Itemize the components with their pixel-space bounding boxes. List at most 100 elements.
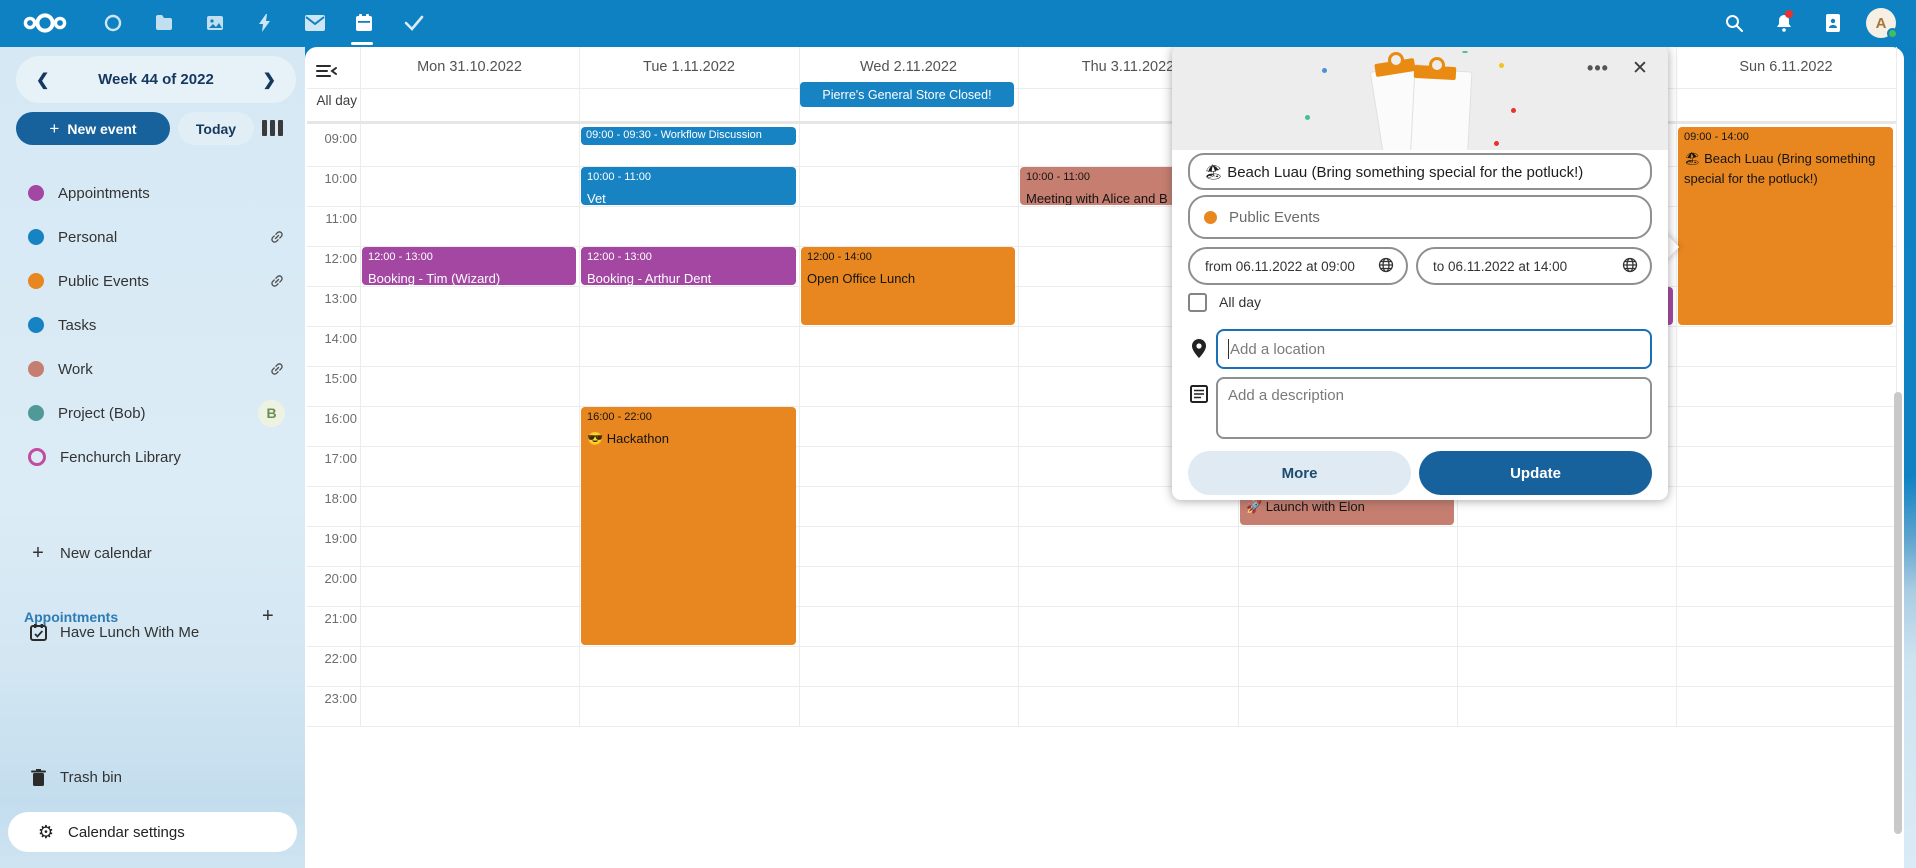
trash-bin-item[interactable]: Trash bin bbox=[0, 755, 305, 799]
calendar-event[interactable]: 12:00 - 13:00 Booking - Arthur Dent bbox=[581, 247, 796, 285]
day-header: Tue 1.11.2022 bbox=[579, 47, 799, 87]
collapse-sidebar-icon[interactable] bbox=[316, 64, 338, 83]
new-event-button[interactable]: + New event bbox=[16, 112, 170, 145]
calendar-name: Personal bbox=[58, 229, 117, 246]
owner-avatar-letter: B bbox=[258, 400, 285, 427]
grid-hour-line bbox=[307, 606, 1896, 607]
sidebar-calendar-item[interactable]: Public Events bbox=[0, 259, 305, 303]
calendar-settings-button[interactable]: ⚙ Calendar settings bbox=[8, 812, 297, 852]
timezone-globe-icon[interactable] bbox=[1378, 257, 1394, 276]
sidebar-calendar-item[interactable]: Fenchurch Library bbox=[0, 435, 305, 479]
photos-icon[interactable] bbox=[202, 10, 228, 36]
week-navigation: ❮ Week 44 of 2022 ❯ bbox=[16, 56, 296, 103]
sidebar-calendar-item[interactable]: Project (Bob) B bbox=[0, 391, 305, 435]
app-window: A ❮ Week 44 of 2022 ❯ + New event Today … bbox=[0, 0, 1916, 868]
calendar-color-dot bbox=[28, 185, 44, 201]
description-icon bbox=[1190, 385, 1208, 403]
more-button[interactable]: More bbox=[1188, 451, 1411, 495]
sidebar-calendar-item[interactable]: Personal bbox=[0, 215, 305, 259]
all-day-checkbox-row[interactable]: All day bbox=[1188, 291, 1261, 313]
appointment-calendar-icon bbox=[28, 624, 48, 641]
start-datetime-value: from 06.11.2022 at 09:00 bbox=[1205, 259, 1355, 274]
notification-dot bbox=[1785, 10, 1793, 18]
activity-icon[interactable] bbox=[252, 10, 278, 36]
plus-icon: + bbox=[28, 542, 48, 565]
event-title: Vet bbox=[587, 189, 790, 205]
top-bar: A bbox=[0, 0, 1916, 47]
grid-column-line bbox=[360, 47, 361, 726]
event-title: 🏖 Beach Luau (Bring something special fo… bbox=[1684, 149, 1887, 188]
sidebar-calendar-item[interactable]: Tasks bbox=[0, 303, 305, 347]
end-datetime-picker[interactable]: to 06.11.2022 at 14:00 bbox=[1416, 247, 1652, 285]
calendar-event[interactable]: 09:00 - 09:30 - Workflow Discussion bbox=[581, 127, 796, 145]
calendar-event[interactable]: 10:00 - 11:00 Vet bbox=[581, 167, 796, 205]
start-datetime-picker[interactable]: from 06.11.2022 at 09:00 bbox=[1188, 247, 1408, 285]
location-placeholder: Add a location bbox=[1230, 341, 1325, 358]
event-title: Open Office Lunch bbox=[807, 269, 1009, 289]
next-week-button[interactable]: ❯ bbox=[257, 68, 282, 92]
avatar[interactable]: A bbox=[1866, 8, 1896, 38]
calendar-app-icon[interactable] bbox=[351, 10, 377, 36]
tasks-icon[interactable] bbox=[401, 10, 427, 36]
online-status-dot bbox=[1887, 28, 1898, 39]
day-header: Mon 31.10.2022 bbox=[360, 47, 579, 87]
grid-column-line bbox=[1676, 47, 1677, 726]
calendar-event[interactable]: 12:00 - 13:00Booking - Tim (Wizard) bbox=[362, 247, 576, 285]
all-day-event[interactable]: Pierre's General Store Closed! bbox=[800, 82, 1014, 107]
end-datetime-value: to 06.11.2022 at 14:00 bbox=[1433, 259, 1567, 274]
calendar-color-dot bbox=[28, 361, 44, 377]
calendar-select-value: Public Events bbox=[1229, 209, 1320, 226]
calendar-name: Work bbox=[58, 361, 93, 378]
calendar-event[interactable]: 09:00 - 14:00🏖 Beach Luau (Bring somethi… bbox=[1678, 127, 1893, 325]
previous-week-button[interactable]: ❮ bbox=[30, 68, 55, 92]
event-title: Booking - Arthur Dent bbox=[587, 269, 790, 285]
popup-more-actions-icon[interactable]: ••• bbox=[1580, 53, 1616, 83]
mail-icon[interactable] bbox=[302, 10, 328, 36]
update-button[interactable]: Update bbox=[1419, 451, 1652, 495]
sidebar-calendar-item[interactable]: Appointments bbox=[0, 171, 305, 215]
plus-icon: + bbox=[49, 119, 59, 139]
calendar-event[interactable]: 12:00 - 14:00Open Office Lunch bbox=[801, 247, 1015, 325]
nextcloud-logo-icon[interactable] bbox=[22, 10, 68, 41]
calendar-name: Public Events bbox=[58, 273, 149, 290]
vertical-scrollbar[interactable] bbox=[1894, 392, 1902, 834]
event-time: 10:00 - 11:00 bbox=[587, 171, 790, 183]
calendar-name: Tasks bbox=[58, 317, 96, 334]
view-selector-icon[interactable] bbox=[262, 118, 288, 138]
day-header: Sun 6.11.2022 bbox=[1676, 47, 1896, 87]
location-pin-icon bbox=[1192, 339, 1206, 358]
location-input[interactable]: Add a location bbox=[1216, 329, 1652, 369]
contacts-icon[interactable] bbox=[1820, 10, 1846, 36]
owner-avatar: B bbox=[258, 400, 285, 427]
appointment-config-label: Have Lunch With Me bbox=[60, 624, 199, 641]
appointment-config-item[interactable]: Have Lunch With Me bbox=[0, 610, 305, 654]
today-button[interactable]: Today bbox=[178, 112, 254, 145]
event-time: 12:00 - 13:00 bbox=[368, 251, 570, 263]
share-link-icon[interactable] bbox=[269, 229, 285, 245]
sidebar-calendar-item[interactable]: Work bbox=[0, 347, 305, 391]
share-link-icon[interactable] bbox=[269, 273, 285, 289]
close-icon[interactable]: ✕ bbox=[1624, 53, 1656, 83]
event-title-value: 🏖 Beach Luau (Bring something special fo… bbox=[1204, 163, 1583, 181]
calendar-event[interactable]: 16:00 - 22:00😎 Hackathon bbox=[581, 407, 796, 645]
search-icon[interactable] bbox=[1721, 10, 1747, 36]
new-calendar-label: New calendar bbox=[60, 545, 152, 562]
description-textarea[interactable]: Add a description bbox=[1216, 377, 1652, 439]
event-time: 12:00 - 13:00 bbox=[587, 251, 790, 263]
sidebar: ❮ Week 44 of 2022 ❯ + New event Today Ap… bbox=[0, 47, 305, 868]
calendar-color-dot bbox=[28, 317, 44, 333]
grid-column-line bbox=[579, 47, 580, 726]
share-link-icon[interactable] bbox=[269, 361, 285, 377]
timezone-globe-icon[interactable] bbox=[1622, 257, 1638, 276]
all-day-checkbox[interactable] bbox=[1188, 293, 1207, 312]
calendar-select[interactable]: Public Events bbox=[1188, 195, 1652, 239]
notifications-bell-icon[interactable] bbox=[1771, 10, 1797, 36]
dashboard-icon[interactable] bbox=[100, 10, 126, 36]
calendar-name: Project (Bob) bbox=[58, 405, 146, 422]
event-time: 16:00 - 22:00 bbox=[587, 411, 790, 423]
calendar-color-dot bbox=[28, 448, 46, 466]
files-icon[interactable] bbox=[151, 10, 177, 36]
event-title-input[interactable]: 🏖 Beach Luau (Bring something special fo… bbox=[1188, 153, 1652, 190]
new-event-label: New event bbox=[67, 121, 136, 137]
new-calendar-button[interactable]: + New calendar bbox=[0, 531, 305, 575]
